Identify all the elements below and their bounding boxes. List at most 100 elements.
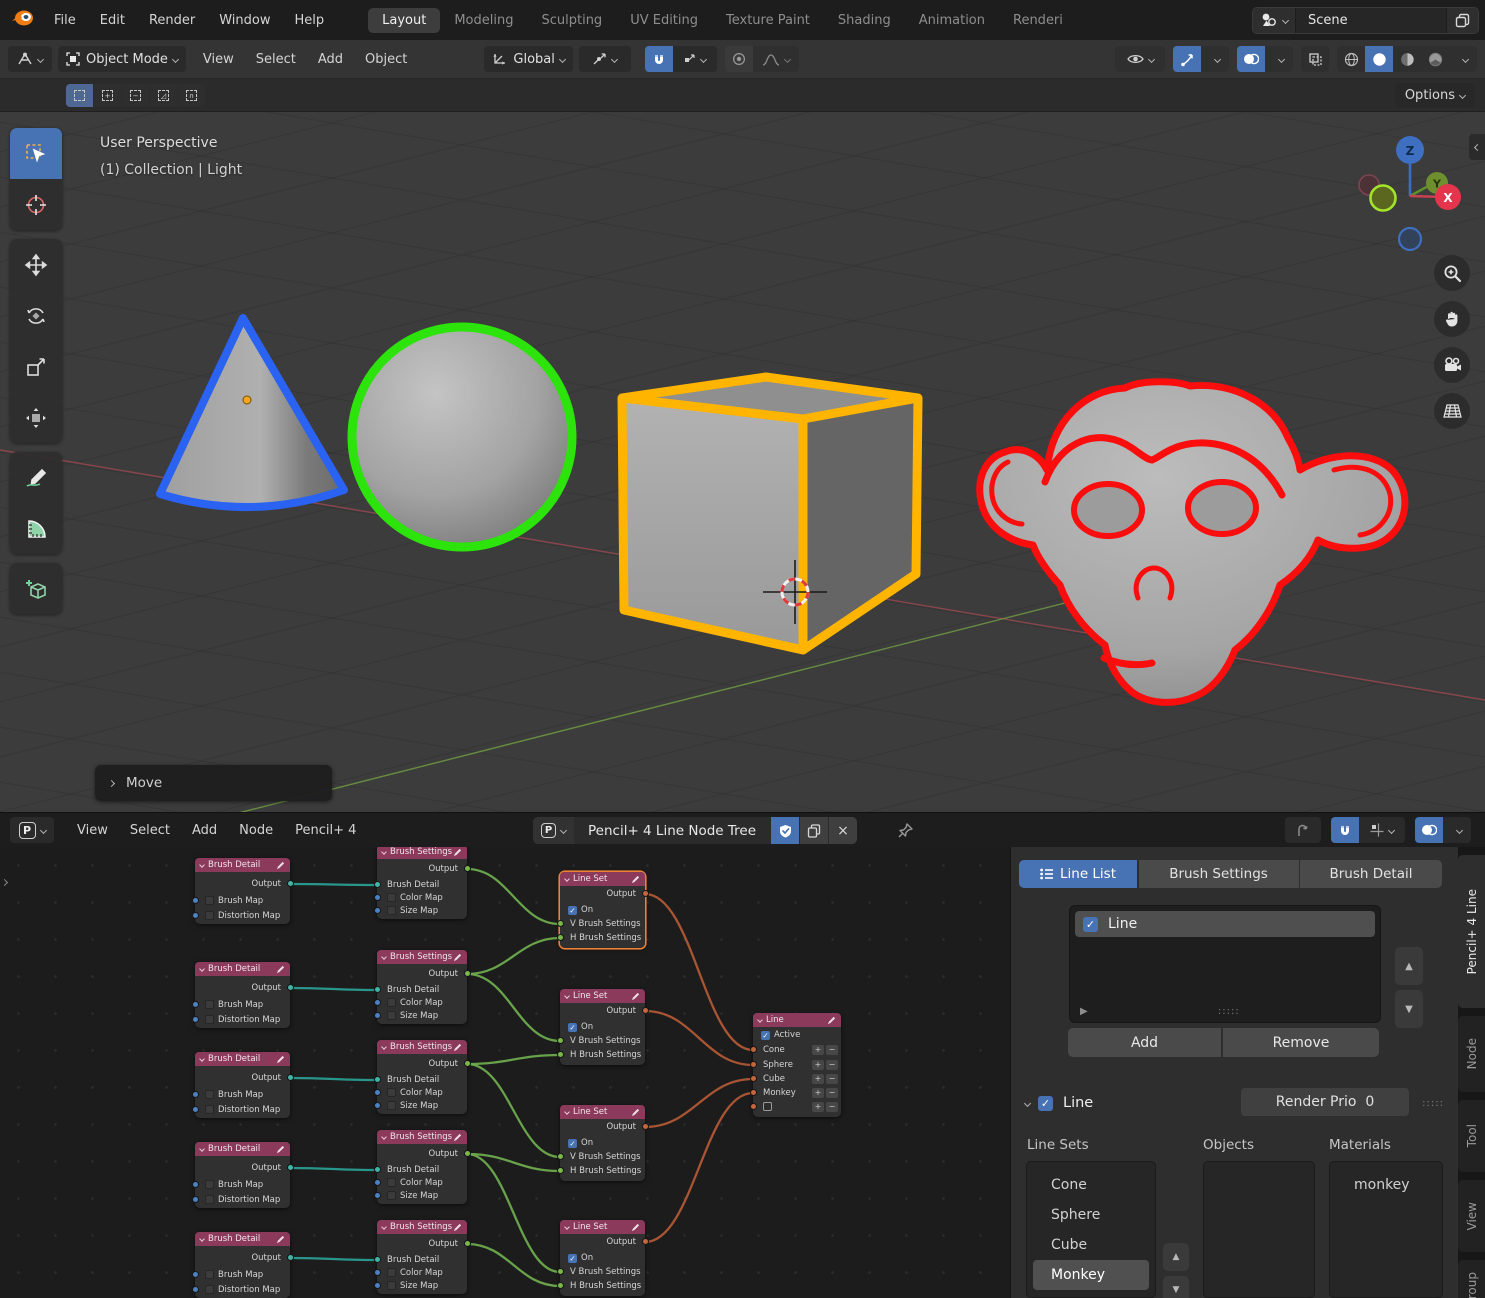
brush-settings-node-3-header[interactable]: Brush Settings xyxy=(377,1040,467,1054)
line-set-node-4[interactable]: Line SetOutput✓OnV Brush SettingsH Brush… xyxy=(560,1220,645,1296)
scene-name-field[interactable]: Scene xyxy=(1296,13,1446,28)
line-set-node-4-row-h-brush-settings[interactable]: H Brush Settings xyxy=(560,1280,645,1292)
node-snap-with-dropdown[interactable] xyxy=(1359,817,1405,843)
render-prio-field[interactable]: Render Prio 0 xyxy=(1241,1088,1409,1116)
line-set-node-1-header[interactable]: Line Set xyxy=(560,872,645,886)
brush-settings-node-5-row-brush-detail[interactable]: Brush Detail xyxy=(377,1254,467,1266)
measure-tool-button[interactable] xyxy=(10,503,62,554)
node-menu-select[interactable]: Select xyxy=(119,819,181,842)
panel-tab-line-list[interactable]: Line List xyxy=(1019,860,1137,888)
side-tab-pencil-4-line[interactable]: Pencil+ 4 Line xyxy=(1458,855,1485,1008)
line-set-node-1-row-h-brush-settings[interactable]: H Brush Settings xyxy=(560,932,645,944)
select-mode-extend-button[interactable]: + xyxy=(94,84,121,107)
viewport-menu-object[interactable]: Object xyxy=(354,48,418,71)
objects-list[interactable] xyxy=(1203,1161,1315,1298)
line-set-node-1-row-output[interactable]: Output xyxy=(560,888,645,900)
brush-detail-node-1-header[interactable]: Brush Detail xyxy=(195,858,290,872)
shading-solid-button[interactable] xyxy=(1365,46,1393,72)
workspace-tab-uv-editing[interactable]: UV Editing xyxy=(616,8,712,33)
line-node-row-slot[interactable]: +− xyxy=(753,1101,841,1113)
add-button[interactable]: Add xyxy=(1068,1028,1221,1057)
brush-detail-node-3[interactable]: Brush DetailOutputBrush MapDistortion Ma… xyxy=(195,1052,290,1118)
select-mode-new-button[interactable] xyxy=(66,84,93,107)
brush-settings-node-4-header[interactable]: Brush Settings xyxy=(377,1130,467,1144)
brush-detail-node-5-row-distortion-map[interactable]: Distortion Map xyxy=(195,1284,290,1296)
side-tab-view[interactable]: View xyxy=(1458,1180,1485,1252)
fake-user-shield-button[interactable] xyxy=(770,817,799,844)
brush-detail-node-5-row-output[interactable]: Output xyxy=(195,1252,290,1264)
xray-toggle[interactable] xyxy=(1301,46,1329,72)
visibility-dropdown[interactable] xyxy=(1115,46,1165,72)
line-set-node-4-row-on[interactable]: ✓On xyxy=(560,1252,645,1264)
side-tab-node[interactable]: Node xyxy=(1458,1016,1485,1092)
viewport-menu-view[interactable]: View xyxy=(192,48,245,71)
brush-settings-node-3-row-output[interactable]: Output xyxy=(377,1058,467,1070)
brush-detail-node-2-header[interactable]: Brush Detail xyxy=(195,962,290,976)
brush-settings-node-4-row-size-map[interactable]: Size Map xyxy=(377,1190,467,1202)
material-item-monkey[interactable]: monkey xyxy=(1336,1170,1436,1200)
line-set-node-2[interactable]: Line SetOutput✓OnV Brush SettingsH Brush… xyxy=(560,989,645,1065)
brush-settings-node-5-row-size-map[interactable]: Size Map xyxy=(377,1280,467,1292)
brush-detail-node-4-header[interactable]: Brush Detail xyxy=(195,1142,290,1156)
line-set-node-3[interactable]: Line SetOutput✓OnV Brush SettingsH Brush… xyxy=(560,1105,645,1181)
camera-view-button[interactable] xyxy=(1434,347,1470,383)
cursor-tool-button[interactable] xyxy=(10,179,62,230)
brush-detail-node-3-row-output[interactable]: Output xyxy=(195,1072,290,1084)
viewport-menu-select[interactable]: Select xyxy=(245,48,307,71)
line-set-item-cone[interactable]: Cone xyxy=(1033,1170,1149,1200)
line-set-node-3-row-v-brush-settings[interactable]: V Brush Settings xyxy=(560,1151,645,1163)
brush-settings-node-1-row-brush-detail[interactable]: Brush Detail xyxy=(377,879,467,891)
line-set-node-4-row-v-brush-settings[interactable]: V Brush Settings xyxy=(560,1266,645,1278)
select-mode-invert-button[interactable]: ◿ xyxy=(150,84,177,107)
line-set-node-2-row-output[interactable]: Output xyxy=(560,1005,645,1017)
overlays-dropdown[interactable] xyxy=(1265,46,1293,72)
brush-detail-node-4-row-output[interactable]: Output xyxy=(195,1162,290,1174)
node-overlays-dropdown[interactable] xyxy=(1443,817,1471,843)
line-set-item-cube[interactable]: Cube xyxy=(1033,1230,1149,1260)
list-move-up-button[interactable]: ▲ xyxy=(1395,947,1423,985)
line-set-up-button[interactable]: ▲ xyxy=(1163,1243,1189,1271)
list-filter-expand-icon[interactable]: ▶ xyxy=(1080,1006,1088,1017)
panel-collapse-chevron[interactable] xyxy=(1024,1099,1031,1106)
workspace-tab-animation[interactable]: Animation xyxy=(905,8,999,33)
brush-settings-node-3-row-color-map[interactable]: Color Map xyxy=(377,1087,467,1099)
brush-detail-node-2-row-output[interactable]: Output xyxy=(195,982,290,994)
line-panel-checkbox[interactable]: ✓ xyxy=(1038,1096,1053,1111)
scene-datablock-icon[interactable] xyxy=(1253,8,1296,33)
gizmo-dropdown[interactable] xyxy=(1201,46,1229,72)
parent-tree-button[interactable] xyxy=(1285,817,1321,843)
brush-detail-node-2[interactable]: Brush DetailOutputBrush MapDistortion Ma… xyxy=(195,962,290,1028)
shading-material-button[interactable] xyxy=(1393,46,1421,72)
line-set-node-2-row-h-brush-settings[interactable]: H Brush Settings xyxy=(560,1049,645,1061)
menu-edit[interactable]: Edit xyxy=(88,9,137,32)
list-move-down-button[interactable]: ▼ xyxy=(1395,990,1423,1028)
brush-detail-node-2-row-distortion-map[interactable]: Distortion Map xyxy=(195,1014,290,1026)
menu-window[interactable]: Window xyxy=(207,9,282,32)
select-mode-intersect-button[interactable]: ∩ xyxy=(178,84,205,107)
editor-type-button[interactable] xyxy=(8,46,52,72)
brush-settings-node-3-row-size-map[interactable]: Size Map xyxy=(377,1100,467,1112)
brush-detail-node-5-header[interactable]: Brush Detail xyxy=(195,1232,290,1246)
orthographic-toggle-button[interactable] xyxy=(1434,393,1470,429)
brush-settings-node-2-row-color-map[interactable]: Color Map xyxy=(377,997,467,1009)
brush-settings-node-1-row-color-map[interactable]: Color Map xyxy=(377,892,467,904)
line-list-row[interactable]: ✓ Line xyxy=(1075,911,1375,937)
workspace-tab-renderi[interactable]: Renderi xyxy=(999,8,1077,33)
node-menu-pencil-4[interactable]: Pencil+ 4 xyxy=(284,819,367,842)
brush-detail-node-4-row-brush-map[interactable]: Brush Map xyxy=(195,1179,290,1191)
add-cube-tool-button[interactable] xyxy=(10,563,62,614)
side-tab-group[interactable]: Group xyxy=(1458,1260,1485,1298)
workspace-tab-shading[interactable]: Shading xyxy=(824,8,905,33)
line-set-node-1-row-on[interactable]: ✓On xyxy=(560,904,645,916)
node-snap-toggle[interactable] xyxy=(1331,817,1359,843)
brush-settings-node-4-row-color-map[interactable]: Color Map xyxy=(377,1177,467,1189)
line-set-node-1-row-v-brush-settings[interactable]: V Brush Settings xyxy=(560,918,645,930)
line-set-node-3-header[interactable]: Line Set xyxy=(560,1105,645,1119)
brush-detail-node-5[interactable]: Brush DetailOutputBrush MapDistortion Ma… xyxy=(195,1232,290,1298)
zoom-button[interactable] xyxy=(1434,255,1470,291)
node-menu-node[interactable]: Node xyxy=(228,819,284,842)
line-node[interactable]: Line✓ActiveCone+−Sphere+−Cube+−Monkey+−+… xyxy=(753,1013,841,1117)
line-set-node-3-row-output[interactable]: Output xyxy=(560,1121,645,1133)
pivot-point-dropdown[interactable] xyxy=(579,46,631,72)
brush-detail-node-1[interactable]: Brush DetailOutputBrush MapDistortion Ma… xyxy=(195,858,290,924)
